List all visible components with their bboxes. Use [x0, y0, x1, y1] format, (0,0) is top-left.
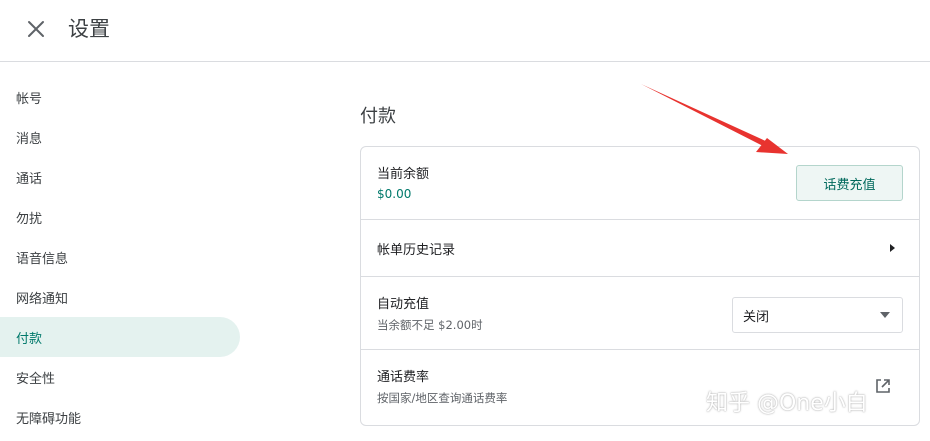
- billing-history-title: 帐单历史记录: [377, 243, 456, 258]
- open-in-new-icon[interactable]: [874, 377, 892, 395]
- sidebar-item-web-notifications[interactable]: 网络通知: [0, 277, 240, 317]
- sidebar-item-security[interactable]: 安全性: [0, 357, 240, 397]
- watermark: 知乎 @One小白: [706, 391, 868, 416]
- sidebar-nav: 帐号 消息 通话 勿扰 语音信息 网络通知 付款 安全性 无障碍功能: [0, 62, 240, 441]
- sidebar-item-calls[interactable]: 通话: [0, 157, 240, 197]
- call-rates-subtitle: 按国家/地区查询通话费率: [377, 391, 508, 405]
- chevron-down-icon: [880, 312, 890, 318]
- auto-recharge-subtitle: 当余额不足 $2.00时: [377, 318, 483, 332]
- billing-history-row[interactable]: 帐单历史记录: [361, 220, 919, 277]
- balance-value: $0.00: [377, 187, 412, 201]
- balance-row: 当前余额 $0.00 话费充值: [361, 147, 919, 220]
- sidebar-item-accessibility[interactable]: 无障碍功能: [0, 397, 240, 437]
- payment-card: 当前余额 $0.00 话费充值 帐单历史记录 自动充值 当余额不足 $2.00时…: [360, 146, 920, 426]
- sidebar-item-account[interactable]: 帐号: [0, 77, 240, 117]
- recharge-button[interactable]: 话费充值: [796, 165, 903, 201]
- auto-recharge-select[interactable]: 关闭: [732, 297, 903, 333]
- close-icon: [28, 21, 44, 37]
- sidebar-item-messages[interactable]: 消息: [0, 117, 240, 157]
- sidebar-item-do-not-disturb[interactable]: 勿扰: [0, 197, 240, 237]
- chevron-right-icon: [890, 244, 895, 252]
- app-header: 设置: [0, 0, 930, 62]
- auto-recharge-title: 自动充值: [377, 297, 430, 312]
- sidebar-item-voicemail[interactable]: 语音信息: [0, 237, 240, 277]
- page-title: 设置: [68, 17, 110, 41]
- auto-recharge-select-value: 关闭: [743, 309, 770, 325]
- balance-title: 当前余额: [377, 167, 430, 182]
- call-rates-title: 通话费率: [377, 370, 430, 385]
- sidebar-item-payment[interactable]: 付款: [0, 317, 240, 357]
- annotation-arrow-shaft: [641, 84, 770, 148]
- auto-recharge-row: 自动充值 当余额不足 $2.00时 关闭: [361, 277, 919, 350]
- close-button[interactable]: [20, 13, 52, 45]
- section-title: 付款: [360, 106, 396, 127]
